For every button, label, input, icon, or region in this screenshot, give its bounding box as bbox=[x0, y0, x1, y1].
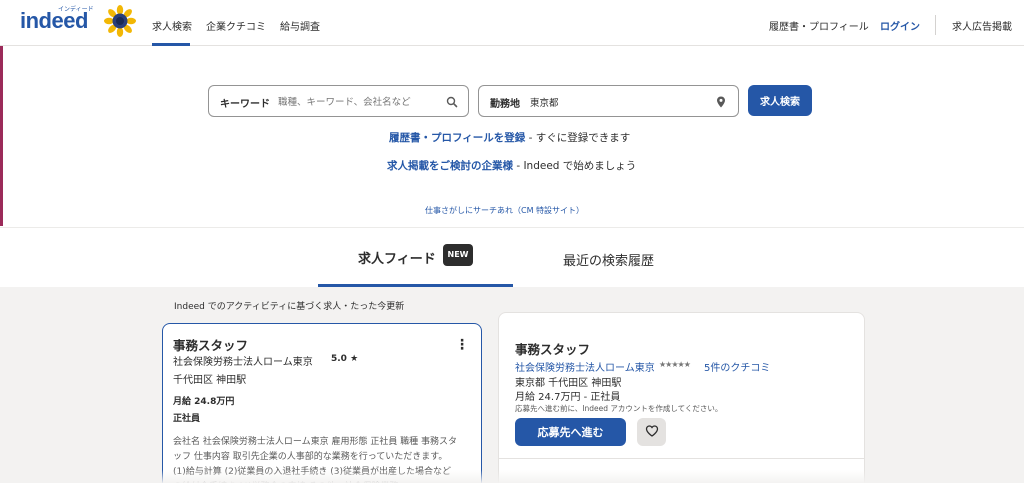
job-detail-salary: 月給 24.7万円 - 正社員 bbox=[515, 392, 621, 403]
feed-tabs bbox=[0, 227, 1024, 287]
job-card-title[interactable]: 事務スタッフ bbox=[173, 335, 248, 354]
job-card-rating: 5.0 ★ bbox=[331, 354, 359, 364]
location-search-box[interactable]: 勤務地 bbox=[478, 85, 739, 117]
save-job-button[interactable] bbox=[637, 418, 666, 446]
keyword-input[interactable] bbox=[278, 92, 443, 112]
cm-site-link[interactable]: 仕事さがしにサーチあれ（CM 特設サイト） bbox=[425, 205, 584, 216]
rating-stars: ★★★★★ bbox=[659, 360, 691, 369]
reviews-link[interactable]: 5件のクチコミ bbox=[704, 359, 770, 374]
login-link[interactable]: ログイン bbox=[880, 18, 920, 33]
logo-ruby-text: インディード bbox=[58, 6, 94, 13]
employer-promo: 求人掲載をご検討の企業様 - Indeed で始めましょう bbox=[387, 158, 636, 173]
resume-profile-link[interactable]: 履歴書・プロフィール bbox=[769, 18, 869, 33]
resume-promo-text: - すぐに登録できます bbox=[525, 132, 631, 144]
resume-promo: 履歴書・プロフィールを登録 - すぐに登録できます bbox=[389, 130, 630, 145]
search-icon bbox=[446, 96, 458, 108]
location-label: 勤務地 bbox=[490, 99, 520, 110]
nav-company-reviews[interactable]: 企業クチコミ bbox=[206, 18, 266, 33]
job-detail-location: 東京都 千代田区 神田駅 bbox=[515, 378, 622, 389]
apply-button[interactable]: 応募先へ進む bbox=[515, 418, 626, 446]
job-detail-company-link[interactable]: 社会保険労務士法人ローム東京 bbox=[515, 359, 655, 374]
new-badge: NEW bbox=[443, 244, 473, 266]
nav-active-indicator bbox=[152, 43, 190, 46]
job-card-type: 正社員 bbox=[173, 414, 201, 424]
heart-icon bbox=[645, 424, 658, 437]
job-card-company: 社会保険労務士法人ローム東京 bbox=[173, 357, 313, 368]
window-edge bbox=[0, 46, 3, 226]
employer-promo-text: - Indeed で始めましょう bbox=[513, 160, 637, 172]
scroll-fade bbox=[0, 470, 1024, 483]
more-options-icon[interactable]: ⋮ bbox=[455, 337, 469, 355]
header-divider bbox=[935, 15, 936, 35]
job-card-salary: 月給 24.8万円 bbox=[173, 397, 235, 407]
employer-post-link[interactable]: 求人広告掲載 bbox=[952, 18, 1012, 33]
nav-job-search[interactable]: 求人検索 bbox=[152, 18, 192, 33]
job-card-location: 千代田区 神田駅 bbox=[173, 375, 247, 386]
register-resume-link[interactable]: 履歴書・プロフィールを登録 bbox=[389, 132, 525, 144]
account-note: 応募先へ進む前に、Indeed アカウントを作成してください。 bbox=[515, 404, 723, 413]
location-input[interactable] bbox=[530, 92, 710, 112]
employer-link[interactable]: 求人掲載をご検討の企業様 bbox=[387, 160, 513, 172]
feed-update-note: Indeed でのアクティビティに基づく求人・たった今更新 bbox=[174, 302, 405, 312]
job-detail-title: 事務スタッフ bbox=[515, 342, 591, 357]
search-button[interactable]: 求人検索 bbox=[748, 85, 812, 116]
tab-job-feed[interactable]: 求人フィード bbox=[358, 248, 436, 267]
location-pin-icon bbox=[717, 96, 725, 108]
sunflower-icon[interactable] bbox=[104, 5, 136, 37]
keyword-search-box[interactable]: キーワード bbox=[208, 85, 469, 117]
keyword-label: キーワード bbox=[220, 99, 270, 110]
tab-recent-searches[interactable]: 最近の検索履歴 bbox=[563, 250, 654, 269]
nav-salary-survey[interactable]: 給与調査 bbox=[280, 18, 320, 33]
detail-divider bbox=[499, 458, 864, 459]
